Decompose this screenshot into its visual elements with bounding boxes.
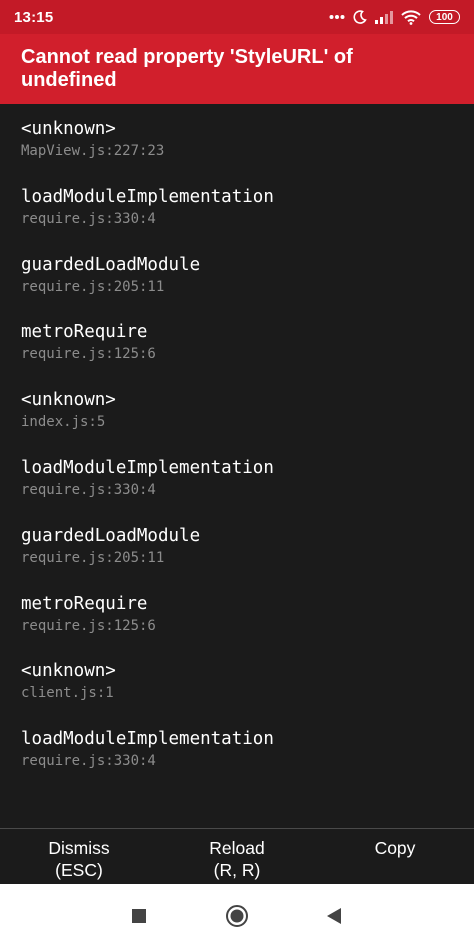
frame-method: metroRequire xyxy=(21,322,148,343)
reload-shortcut: (R, R) xyxy=(213,860,261,880)
moon-icon xyxy=(353,10,367,24)
frame-method: metroRequire xyxy=(21,593,148,614)
status-bar: 13:15 100 xyxy=(0,0,474,34)
frame-method: <unknown> xyxy=(21,390,116,411)
signal-icon xyxy=(375,10,393,24)
stack-frame[interactable]: metroRequire require.js:125:6 xyxy=(21,593,453,661)
stack-frame[interactable]: guardedLoadModule require.js:205:11 xyxy=(21,525,453,593)
stack-frame[interactable]: loadModuleImplementation require.js:330:… xyxy=(21,457,453,525)
reload-label: Reload xyxy=(209,838,265,858)
frame-file: require.js:330:4 xyxy=(21,753,156,770)
dismiss-label: Dismiss xyxy=(48,838,110,858)
copy-label: Copy xyxy=(374,838,416,858)
stack-frame[interactable]: <unknown> index.js:5 xyxy=(21,389,453,457)
navigation-bar xyxy=(0,884,474,948)
frame-file: index.js:5 xyxy=(21,414,106,431)
frame-file: client.js:1 xyxy=(21,685,114,702)
reload-button[interactable]: Reload (R, R) xyxy=(158,829,316,884)
stack-frame[interactable]: <unknown> MapView.js:227:23 xyxy=(21,118,453,186)
recents-square-icon[interactable] xyxy=(127,904,151,928)
frame-file: require.js:330:4 xyxy=(21,481,156,498)
error-message: Cannot read property 'StyleURL' of undef… xyxy=(21,46,353,91)
stack-frame[interactable]: loadModuleImplementation require.js:330:… xyxy=(21,728,453,796)
frame-method: loadModuleImplementation xyxy=(21,457,274,478)
frame-file: require.js:205:11 xyxy=(21,278,165,295)
status-icons: 100 xyxy=(329,9,460,25)
frame-file: require.js:125:6 xyxy=(21,617,156,634)
frame-method: guardedLoadModule xyxy=(21,254,201,275)
back-triangle-icon[interactable] xyxy=(322,904,346,928)
stack-frame[interactable]: metroRequire require.js:125:6 xyxy=(21,321,453,389)
stack-trace-list[interactable]: <unknown> MapView.js:227:23 loadModuleIm… xyxy=(0,104,474,828)
home-circle-icon[interactable] xyxy=(225,904,249,928)
frame-method: <unknown> xyxy=(21,661,116,682)
battery-icon: 100 xyxy=(429,10,460,24)
action-bar: Dismiss (ESC) Reload (R, R) Copy xyxy=(0,828,474,884)
frame-file: require.js:125:6 xyxy=(21,346,156,363)
frame-file: MapView.js:227:23 xyxy=(21,143,165,159)
frame-file: require.js:205:11 xyxy=(21,549,165,566)
frame-method: <unknown> xyxy=(21,119,116,139)
error-message-header: Cannot read property 'StyleURL' of undef… xyxy=(0,34,474,104)
frame-method: guardedLoadModule xyxy=(21,525,201,546)
copy-button[interactable]: Copy xyxy=(316,829,474,884)
dismiss-shortcut: (ESC) xyxy=(55,860,103,880)
wifi-icon xyxy=(401,9,421,25)
stack-frame[interactable]: <unknown> client.js:1 xyxy=(21,660,453,728)
stack-frame[interactable]: guardedLoadModule require.js:205:11 xyxy=(21,254,453,322)
dismiss-button[interactable]: Dismiss (ESC) xyxy=(0,829,158,884)
frame-method: loadModuleImplementation xyxy=(21,729,274,750)
frame-method: loadModuleImplementation xyxy=(21,186,274,207)
more-dots-icon xyxy=(329,14,345,20)
frame-file: require.js:330:4 xyxy=(21,210,156,227)
status-time: 13:15 xyxy=(14,8,54,26)
stack-frame[interactable]: loadModuleImplementation require.js:330:… xyxy=(21,186,453,254)
